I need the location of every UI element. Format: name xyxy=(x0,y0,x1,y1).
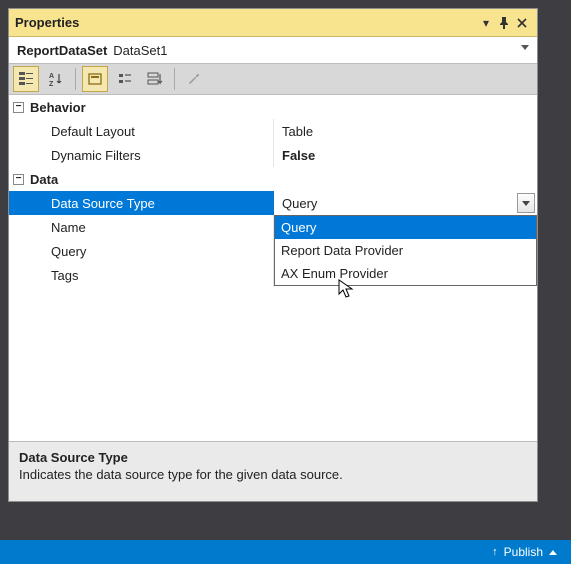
close-icon[interactable] xyxy=(513,14,531,32)
property-label: Dynamic Filters xyxy=(9,143,274,167)
tool4-icon[interactable] xyxy=(112,66,138,92)
property-grid: − Behavior Default Layout Table Dynamic … xyxy=(9,95,537,441)
collapse-icon[interactable]: − xyxy=(13,174,24,185)
property-value: Query xyxy=(282,196,317,211)
property-label: Data Source Type xyxy=(9,191,274,215)
collapse-icon[interactable]: − xyxy=(13,102,24,113)
category-label: Behavior xyxy=(30,100,86,115)
property-value[interactable]: False xyxy=(274,143,537,167)
properties-panel: Properties ▾ ReportDataSet DataSet1 AZ xyxy=(8,8,538,502)
data-source-type-dropdown: Query Report Data Provider AX Enum Provi… xyxy=(274,215,537,286)
property-label: Query xyxy=(9,239,274,263)
category-row-behavior[interactable]: − Behavior xyxy=(9,95,537,119)
window-title: Properties xyxy=(15,15,477,30)
object-name: ReportDataSet xyxy=(17,43,107,58)
property-value-cell[interactable]: Query xyxy=(274,191,537,215)
window-options-icon[interactable]: ▾ xyxy=(477,14,495,32)
tool3-icon[interactable] xyxy=(82,66,108,92)
property-label: Name xyxy=(9,215,274,239)
category-label: Data xyxy=(30,172,58,187)
property-row-dynamic-filters[interactable]: Dynamic Filters False xyxy=(9,143,537,167)
publish-label: Publish xyxy=(504,545,543,559)
property-row-default-layout[interactable]: Default Layout Table xyxy=(9,119,537,143)
categorized-icon[interactable] xyxy=(13,66,39,92)
chevron-down-icon[interactable] xyxy=(521,45,529,50)
status-bar: ↑ Publish xyxy=(0,540,571,564)
property-value[interactable]: Table xyxy=(274,119,537,143)
property-label: Tags xyxy=(9,263,274,287)
property-label: Default Layout xyxy=(9,119,274,143)
dropdown-option-query[interactable]: Query xyxy=(275,216,536,239)
toolbar-separator xyxy=(174,68,175,90)
object-selector[interactable]: ReportDataSet DataSet1 xyxy=(9,37,537,63)
alphabetical-icon[interactable]: AZ xyxy=(43,66,69,92)
object-class: DataSet1 xyxy=(113,43,167,58)
wrench-icon[interactable] xyxy=(181,66,207,92)
tool5-icon[interactable] xyxy=(142,66,168,92)
description-text: Indicates the data source type for the g… xyxy=(19,467,527,482)
dropdown-option-axenum[interactable]: AX Enum Provider xyxy=(275,262,536,285)
property-row-data-source-type[interactable]: Data Source Type Query xyxy=(9,191,537,215)
publish-button[interactable]: ↑ Publish xyxy=(492,545,557,559)
upload-icon: ↑ xyxy=(492,546,498,558)
dropdown-option-rdp[interactable]: Report Data Provider xyxy=(275,239,536,262)
category-row-data[interactable]: − Data xyxy=(9,167,537,191)
svg-text:Z: Z xyxy=(49,81,54,87)
properties-toolbar: AZ xyxy=(9,63,537,95)
description-area: Data Source Type Indicates the data sour… xyxy=(9,441,537,501)
titlebar: Properties ▾ xyxy=(9,9,537,37)
svg-text:A: A xyxy=(49,73,54,80)
description-title: Data Source Type xyxy=(19,450,527,465)
pin-icon[interactable] xyxy=(495,14,513,32)
dropdown-button[interactable] xyxy=(517,193,535,213)
chevron-up-icon xyxy=(549,550,557,555)
toolbar-separator xyxy=(75,68,76,90)
